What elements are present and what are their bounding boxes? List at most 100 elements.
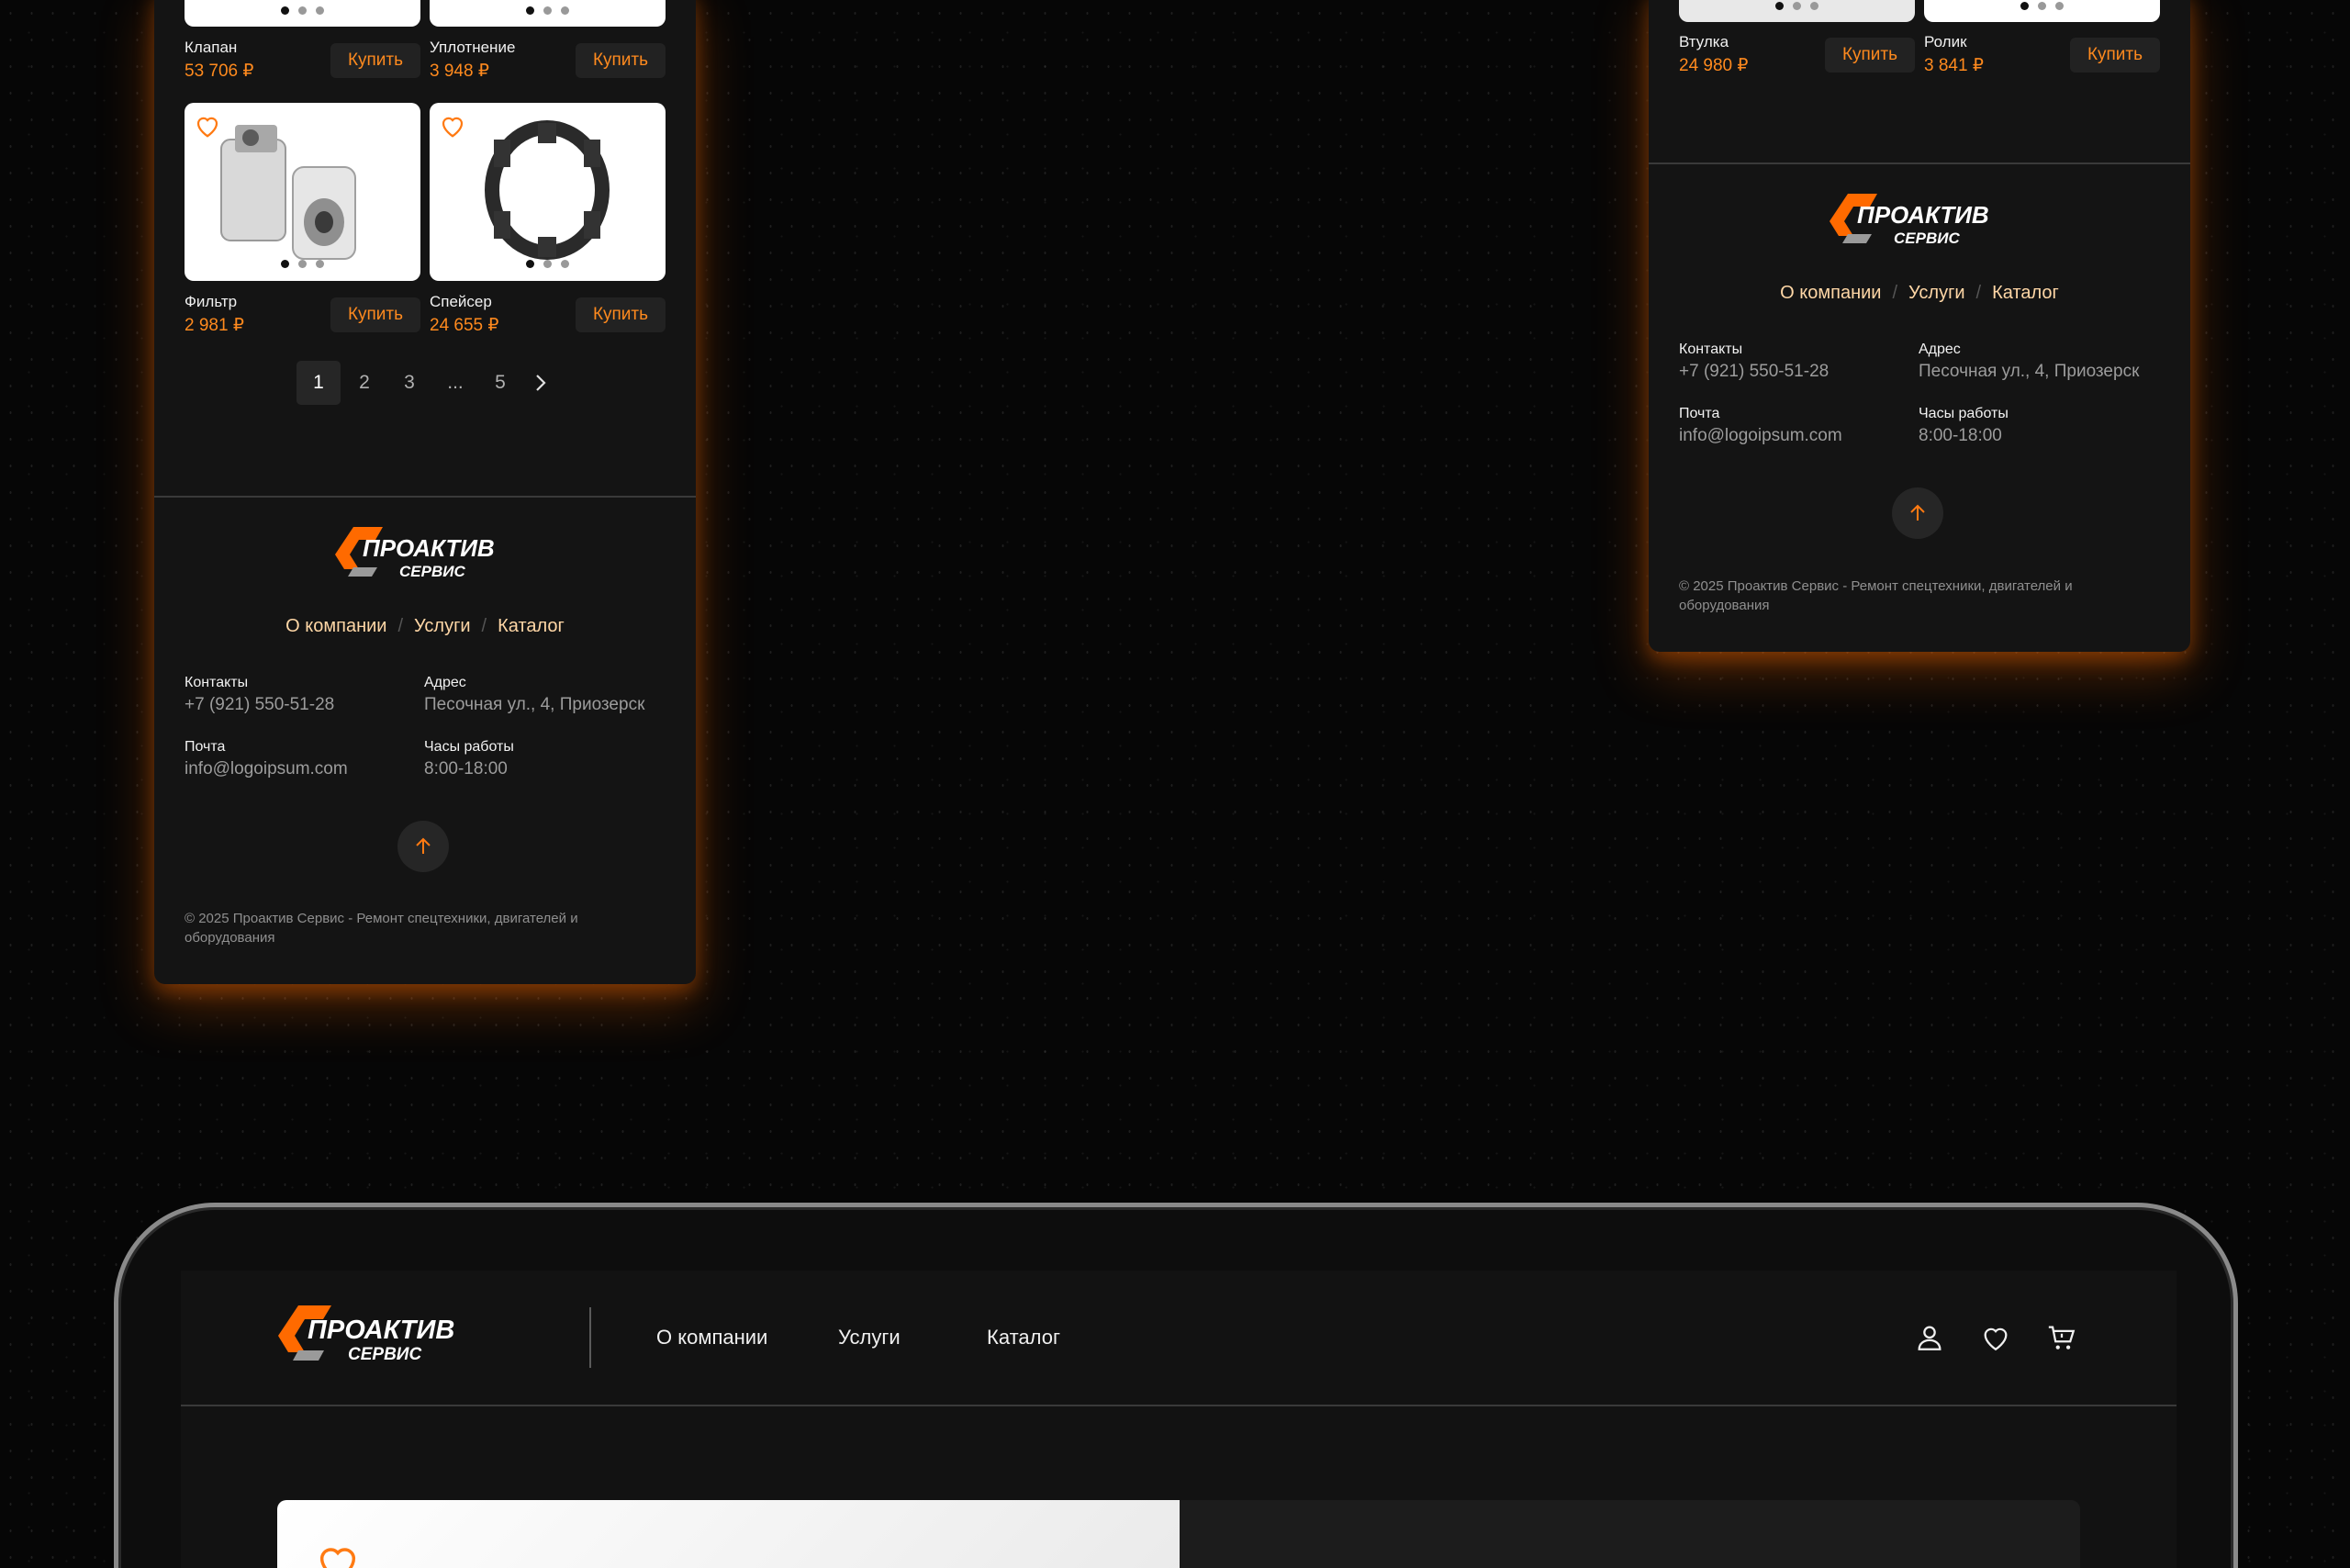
product-details-panel bbox=[1180, 1500, 2080, 1568]
nav-catalog[interactable]: Каталог bbox=[987, 1326, 1060, 1350]
footer-link-about[interactable]: О компании bbox=[285, 616, 386, 636]
carousel-dot[interactable] bbox=[298, 260, 307, 268]
address-label: Адрес bbox=[424, 675, 466, 690]
product-name: Фильтр bbox=[185, 293, 238, 310]
breadcrumb-separator: / bbox=[1975, 283, 1982, 303]
product-image[interactable] bbox=[430, 0, 666, 27]
brand-subname: СЕРВИС bbox=[399, 563, 465, 580]
brand-logo[interactable]: ПРОАКТИВ СЕРВИС bbox=[335, 523, 515, 588]
product-image[interactable] bbox=[1679, 0, 1915, 22]
desktop-screen: ПРОАКТИВ СЕРВИС О компании Услуги Катало… bbox=[181, 1271, 2177, 1568]
favorite-heart-icon[interactable] bbox=[439, 112, 466, 140]
carousel-dot[interactable] bbox=[281, 260, 289, 268]
carousel-dot[interactable] bbox=[561, 260, 569, 268]
carousel-dot[interactable] bbox=[2055, 2, 2064, 10]
contacts-phone[interactable]: +7 (921) 550-51-28 bbox=[1679, 362, 1829, 382]
carousel-dot[interactable] bbox=[316, 6, 324, 15]
carousel-dot[interactable] bbox=[543, 260, 552, 268]
carousel-dot[interactable] bbox=[281, 6, 289, 15]
image-carousel-dots[interactable] bbox=[1924, 0, 2160, 15]
product-price: 3 948 ₽ bbox=[430, 62, 489, 81]
carousel-dot[interactable] bbox=[1775, 2, 1784, 10]
page-1[interactable]: 1 bbox=[297, 361, 341, 405]
carousel-dot[interactable] bbox=[1793, 2, 1801, 10]
contacts-label: Контакты bbox=[1679, 342, 1743, 357]
hours-label: Часы работы bbox=[1919, 406, 2009, 421]
page-2[interactable]: 2 bbox=[342, 361, 386, 405]
buy-button[interactable]: Купить bbox=[1825, 38, 1915, 73]
brand-subname: СЕРВИС bbox=[348, 1345, 421, 1364]
contacts-phone[interactable]: +7 (921) 550-51-28 bbox=[185, 695, 334, 715]
buy-button[interactable]: Купить bbox=[330, 43, 420, 78]
buy-button[interactable]: Купить bbox=[2070, 38, 2160, 73]
product-price: 3 841 ₽ bbox=[1924, 56, 1984, 75]
laptop-mockup: ПРОАКТИВ СЕРВИС О компании Услуги Катало… bbox=[114, 1203, 2238, 1568]
product-image[interactable] bbox=[430, 103, 666, 281]
header-divider bbox=[181, 1405, 2177, 1406]
carousel-dot[interactable] bbox=[1810, 2, 1818, 10]
product-image[interactable] bbox=[185, 0, 420, 27]
product-name: Уплотнение bbox=[430, 39, 516, 56]
address-label: Адрес bbox=[1919, 342, 1961, 357]
buy-button[interactable]: Купить bbox=[576, 297, 666, 332]
address-value: Песочная ул., 4, Приозерск bbox=[1919, 362, 2140, 381]
product-image[interactable] bbox=[1924, 0, 2160, 22]
footer-nav: О компании / Услуги / Каталог bbox=[154, 616, 696, 637]
brand-logo[interactable]: ПРОАКТИВ СЕРВИС bbox=[278, 1302, 475, 1372]
user-icon[interactable] bbox=[1914, 1322, 1945, 1353]
image-carousel-dots[interactable] bbox=[1679, 0, 1915, 15]
product-name: Ролик bbox=[1924, 33, 1967, 50]
favorite-heart-icon[interactable] bbox=[314, 1539, 362, 1568]
brand-logo[interactable]: ПРОАКТИВ СЕРВИС bbox=[1830, 190, 2009, 254]
copyright-line-2: оборудования bbox=[185, 930, 275, 946]
product-price: 2 981 ₽ bbox=[185, 316, 244, 335]
product-image[interactable] bbox=[185, 103, 420, 281]
cart-icon[interactable] bbox=[2046, 1322, 2077, 1353]
scroll-to-top-button[interactable] bbox=[1892, 487, 1943, 539]
footer-link-services[interactable]: Услуги bbox=[414, 616, 471, 636]
mail-value[interactable]: info@logoipsum.com bbox=[185, 759, 348, 779]
carousel-dot[interactable] bbox=[298, 6, 307, 15]
header-separator bbox=[589, 1307, 591, 1368]
nav-services[interactable]: Услуги bbox=[838, 1326, 901, 1350]
buy-button[interactable]: Купить bbox=[576, 43, 666, 78]
copyright: © 2025 Проактив Сервис - Ремонт спецтехн… bbox=[1679, 577, 2138, 615]
footer-link-services[interactable]: Услуги bbox=[1908, 283, 1965, 303]
nav-about[interactable]: О компании bbox=[656, 1326, 767, 1350]
product-name: Втулка bbox=[1679, 33, 1729, 50]
footer-link-catalog[interactable]: Каталог bbox=[1992, 283, 2059, 303]
mail-value[interactable]: info@logoipsum.com bbox=[1679, 426, 1842, 446]
buy-button[interactable]: Купить bbox=[330, 297, 420, 332]
copyright-line-2: оборудования bbox=[1679, 598, 1770, 613]
brand-name: ПРОАКТИВ bbox=[308, 1316, 454, 1345]
page-3[interactable]: 3 bbox=[387, 361, 431, 405]
page-5[interactable]: 5 bbox=[478, 361, 522, 405]
image-carousel-dots[interactable] bbox=[430, 256, 666, 273]
image-carousel-dots[interactable] bbox=[430, 3, 666, 19]
arrow-up-icon bbox=[1910, 504, 1925, 521]
carousel-dot[interactable] bbox=[526, 6, 534, 15]
footer-link-catalog[interactable]: Каталог bbox=[498, 616, 565, 636]
heart-icon[interactable] bbox=[1980, 1322, 2011, 1353]
carousel-dot[interactable] bbox=[316, 260, 324, 268]
carousel-dot[interactable] bbox=[2038, 2, 2046, 10]
image-carousel-dots[interactable] bbox=[185, 256, 420, 273]
carousel-dot[interactable] bbox=[526, 260, 534, 268]
breadcrumb-separator: / bbox=[397, 616, 404, 636]
mobile-catalog-page-right: Втулка 24 980 ₽ Купить Ролик 3 841 ₽ Куп… bbox=[1649, 0, 2190, 652]
product-name: Клапан bbox=[185, 39, 238, 56]
scroll-to-top-button[interactable] bbox=[397, 821, 449, 872]
chevron-right-icon[interactable] bbox=[530, 372, 552, 394]
page-ellipsis: ... bbox=[447, 372, 464, 393]
breadcrumb-separator: / bbox=[1892, 283, 1898, 303]
favorite-heart-icon[interactable] bbox=[194, 112, 221, 140]
carousel-dot[interactable] bbox=[561, 6, 569, 15]
carousel-dot[interactable] bbox=[2020, 2, 2029, 10]
mail-label: Почта bbox=[185, 739, 226, 755]
mail-label: Почта bbox=[1679, 406, 1720, 421]
image-carousel-dots[interactable] bbox=[185, 3, 420, 19]
footer-link-about[interactable]: О компании bbox=[1780, 283, 1881, 303]
carousel-dot[interactable] bbox=[543, 6, 552, 15]
product-hero-image[interactable] bbox=[277, 1500, 1180, 1568]
address-value: Песочная ул., 4, Приозерск bbox=[424, 695, 645, 714]
